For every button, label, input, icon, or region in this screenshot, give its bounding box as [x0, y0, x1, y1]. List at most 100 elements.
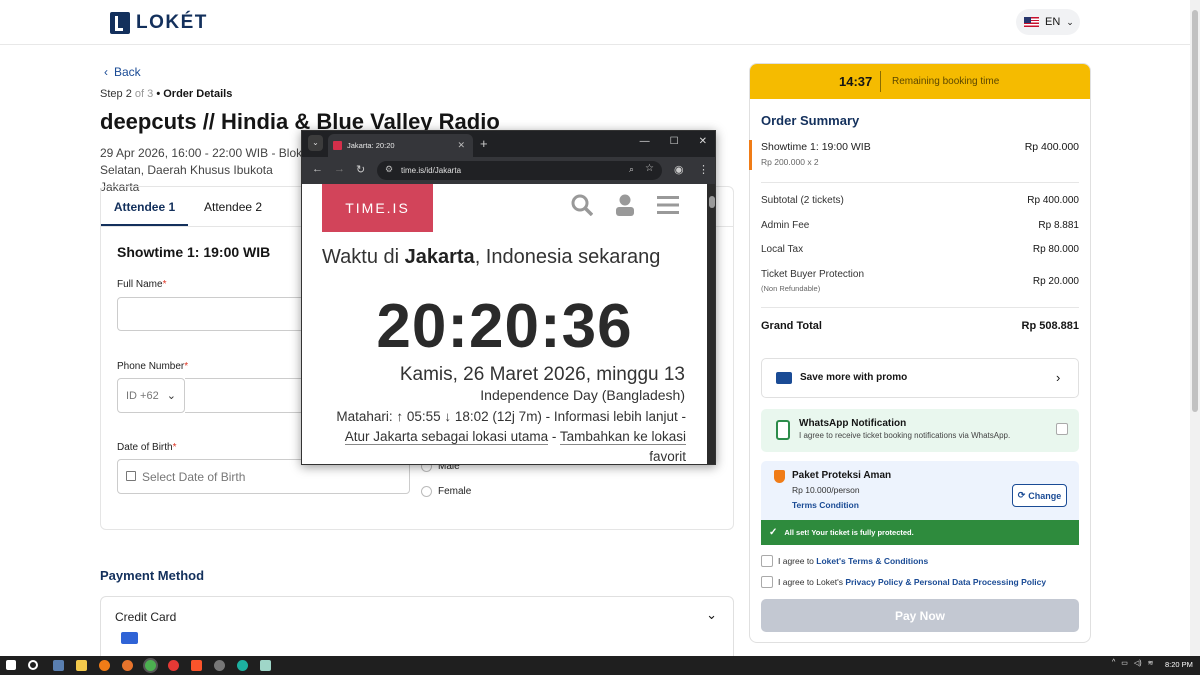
heading-city[interactable]: Jakarta — [405, 246, 475, 268]
address-bar[interactable]: ⚙ time.is/id/Jakarta ⌕ ☆ — [377, 161, 662, 180]
chevron-up-icon[interactable]: ^ — [1112, 659, 1115, 667]
terms-prefix: I agree to — [778, 556, 814, 566]
event-date: 29 Apr 2026, 16:00 - 22:00 WIB - Blok — [100, 146, 303, 160]
country-code: ID +62 — [126, 389, 159, 402]
order-item-price: Rp 400.000 — [1024, 141, 1079, 153]
browser-window[interactable]: ⌄ Jakarta: 20:20 ✕ + — ☐ ✕ ← → ↻ ⚙ time.… — [301, 130, 716, 465]
phone-label-text: Phone Number — [117, 361, 185, 372]
buyer-protection-label: Ticket Buyer Protection — [761, 269, 865, 280]
windows-start-icon[interactable] — [6, 660, 16, 670]
chevron-down-icon: ⌄ — [1066, 16, 1074, 27]
tab-attendee-2[interactable]: Attendee 2 — [204, 200, 262, 224]
close-tab-icon[interactable]: ✕ — [457, 140, 465, 151]
windows-taskbar — [0, 656, 1200, 675]
forward-arrow-icon[interactable]: → — [334, 163, 345, 175]
subtotal-label: Subtotal (2 tickets) — [761, 195, 844, 206]
timeis-logo[interactable]: TIME.IS — [322, 184, 433, 232]
tab-search-icon[interactable]: ⌄ — [308, 135, 323, 151]
chevron-down-icon[interactable]: ⌄ — [706, 607, 717, 623]
search-icon[interactable] — [571, 194, 593, 216]
minimize-icon[interactable]: — — [640, 136, 650, 147]
profile-icon[interactable]: ◉ — [674, 163, 684, 176]
file-explorer-icon[interactable] — [76, 660, 87, 671]
system-tray[interactable]: ^ ▭ ◁) ≋ — [1112, 659, 1154, 667]
chevron-left-icon: ‹ — [104, 65, 108, 79]
step-name: Order Details — [163, 88, 233, 100]
checkmark-icon: ✓ — [769, 527, 778, 538]
booking-timer: 14:37 — [839, 74, 873, 89]
network-icon[interactable]: ▭ — [1121, 659, 1128, 667]
search-icon[interactable] — [28, 660, 38, 670]
task-view-icon[interactable] — [53, 660, 64, 671]
loket-logo[interactable]: LOKÉT — [110, 12, 208, 34]
app-icon-orange[interactable] — [99, 660, 110, 671]
page-scrollbar[interactable] — [1190, 0, 1200, 656]
chrome-icon[interactable] — [145, 660, 156, 671]
timeis-page: TIME.IS Waktu di Jakarta, Indonesia seka… — [302, 184, 707, 464]
site-info-icon[interactable]: ⚙ — [385, 164, 393, 175]
app-icon-orange-2[interactable] — [122, 660, 133, 671]
protection-status-bar: ✓ All set! Your ticket is fully protecte… — [761, 520, 1079, 545]
back-arrow-icon[interactable]: ← — [312, 163, 323, 175]
notepad-icon[interactable] — [260, 660, 271, 671]
dob-placeholder: Select Date of Birth — [142, 470, 246, 484]
us-flag-icon — [1024, 17, 1039, 27]
pay-now-button[interactable]: Pay Now — [761, 599, 1079, 632]
browser-scrollbar[interactable] — [707, 184, 715, 464]
app-icon-grey[interactable] — [214, 660, 225, 671]
payment-method-heading: Payment Method — [100, 568, 205, 583]
language-code: EN — [1045, 16, 1061, 28]
change-protection-button[interactable]: ⟳ Change — [1012, 484, 1067, 507]
maximize-icon[interactable]: ☐ — [670, 136, 679, 147]
url-text: time.is/id/Jakarta — [401, 166, 462, 175]
privacy-link[interactable]: Privacy Policy & Personal Data Processin… — [845, 577, 1046, 587]
volume-icon[interactable]: ◁) — [1134, 659, 1142, 667]
loket-logo-mark — [110, 12, 130, 34]
required-mark: * — [184, 361, 189, 372]
back-link[interactable]: ‹ Back — [104, 65, 141, 79]
local-tax-label: Local Tax — [761, 244, 804, 255]
browser-toolbar: ← → ↻ ⚙ time.is/id/Jakarta ⌕ ☆ ◉ ⋮ — [302, 157, 715, 184]
new-tab-icon[interactable]: + — [480, 136, 488, 151]
privacy-checkbox[interactable] — [761, 576, 773, 588]
sun-info: Matahari: ↑ 05:55 ↓ 18:02 (12j 7m) - Inf… — [330, 407, 686, 464]
non-refundable-note: (Non Refundable) — [761, 284, 821, 293]
privacy-agreement: I agree to Loket's Privacy Policy & Pers… — [778, 577, 1046, 587]
terms-condition-link[interactable]: Terms Condition — [792, 500, 859, 510]
reload-icon[interactable]: ↻ — [356, 163, 365, 176]
favicon-icon — [333, 141, 342, 150]
menu-kebab-icon[interactable]: ⋮ — [698, 163, 709, 176]
language-selector[interactable]: EN ⌄ — [1016, 9, 1080, 35]
order-item-name: Showtime 1: 19:00 WIB — [761, 141, 871, 153]
wifi-icon[interactable]: ≋ — [1148, 659, 1154, 667]
timeis-heading: Waktu di Jakarta, Indonesia sekarang — [322, 246, 702, 268]
scrollbar-thumb[interactable] — [1192, 10, 1198, 412]
tab-attendee-1[interactable]: Attendee 1 — [101, 200, 188, 226]
terms-link[interactable]: Loket's Terms & Conditions — [816, 556, 928, 566]
step-prefix: Step — [100, 88, 123, 100]
set-location-link[interactable]: Atur Jakarta sebagai lokasi utama — [344, 429, 549, 445]
browser-tab[interactable]: Jakarta: 20:20 ✕ — [328, 134, 473, 157]
taskbar-clock[interactable]: 8:20 PM — [1165, 660, 1193, 669]
holiday-text: Independence Day (Bangladesh) — [480, 387, 685, 403]
required-mark: * — [162, 279, 167, 290]
browser-scroll-thumb[interactable] — [709, 196, 715, 208]
full-name-input[interactable] — [117, 297, 317, 331]
credit-card-icon — [121, 632, 138, 644]
close-window-icon[interactable]: ✕ — [699, 136, 707, 147]
add-favorite-link[interactable]: Tambahkan ke lokasi favorit — [559, 429, 686, 464]
country-code-select[interactable]: ID +62 ⌄ — [117, 378, 185, 413]
brave-icon[interactable] — [191, 660, 202, 671]
subtotal-value: Rp 400.000 — [1027, 195, 1079, 206]
terms-checkbox[interactable] — [761, 555, 773, 567]
user-icon[interactable] — [615, 194, 635, 216]
bookmark-star-icon[interactable]: ☆ — [645, 163, 654, 174]
hamburger-menu-icon[interactable] — [657, 195, 679, 215]
zoom-icon[interactable]: ⌕ — [629, 164, 634, 175]
opera-icon[interactable] — [168, 660, 179, 671]
whatsapp-checkbox[interactable] — [1056, 423, 1068, 435]
phone-input[interactable] — [185, 378, 317, 413]
edge-icon[interactable] — [237, 660, 248, 671]
dob-label: Date of Birth* — [117, 442, 177, 453]
gender-radio-female[interactable] — [421, 486, 432, 497]
